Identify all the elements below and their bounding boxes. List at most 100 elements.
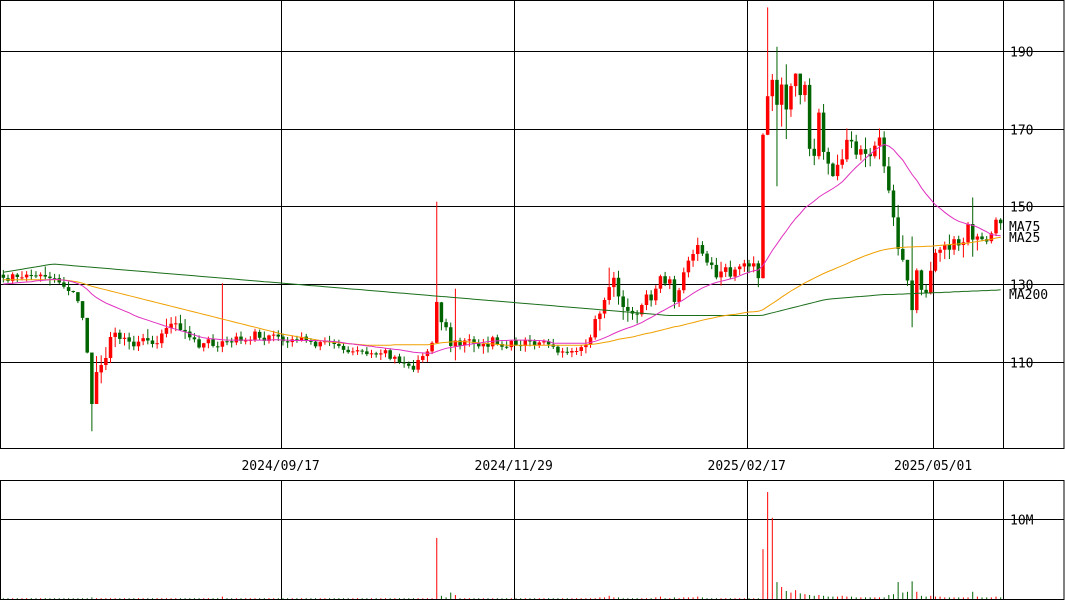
candle-body (588, 337, 593, 345)
candle-body (700, 245, 705, 254)
candle-body (388, 350, 392, 359)
candle-body (71, 291, 75, 293)
candle-body (691, 253, 695, 261)
price-tick-label: 110 (1010, 357, 1033, 372)
candle-body (723, 267, 728, 272)
candle-body (663, 276, 667, 284)
candle-body (891, 190, 896, 218)
candle-body (402, 362, 406, 364)
candle-body (859, 149, 863, 155)
candle-body (206, 339, 211, 344)
candle-body (565, 351, 569, 353)
candle-body (686, 260, 691, 273)
candle-body (448, 327, 453, 346)
candle-body (789, 86, 793, 110)
candle-body (933, 252, 938, 271)
candle-body (672, 279, 677, 302)
candle-body (649, 294, 653, 301)
price-tick-label: 150 (1010, 201, 1033, 216)
candle-body (229, 341, 234, 343)
candle-body (742, 263, 747, 267)
candle-body (658, 276, 663, 289)
candle-body (719, 271, 723, 278)
candle-body (407, 363, 411, 366)
candle-body (127, 337, 131, 342)
candle-body (826, 151, 830, 164)
price-panel-bg (0, 0, 1064, 448)
candle-body (439, 302, 444, 323)
legend-ma200: MA200 (1009, 288, 1048, 303)
candle-body (136, 341, 141, 347)
date-tick-label: 2024/11/29 (475, 459, 553, 474)
candle-body (831, 163, 835, 177)
candle-body (602, 299, 607, 314)
candle-body (285, 341, 290, 343)
candle-body (383, 350, 388, 354)
candle-body (980, 236, 984, 240)
candle-body (915, 270, 919, 311)
candle-body (560, 351, 565, 353)
candle-body (90, 352, 94, 404)
candle-body (318, 342, 322, 347)
candle-body (20, 277, 24, 279)
candle-body (108, 336, 113, 359)
candle-body (905, 259, 910, 281)
candle-body (803, 84, 807, 96)
candle-body (616, 277, 621, 297)
candle-body (192, 337, 197, 340)
candle-body (504, 346, 509, 348)
candle-body (938, 249, 942, 253)
candle-body (817, 112, 821, 157)
candle-body (733, 269, 737, 277)
candle-body (761, 134, 765, 279)
candle-body (570, 350, 574, 353)
candle-body (840, 159, 844, 165)
candle-body (132, 341, 136, 347)
candle-body (118, 332, 122, 339)
candle-body (612, 277, 616, 288)
price-tick-label: 170 (1010, 124, 1033, 139)
candle-body (695, 245, 700, 254)
candle-body (271, 334, 276, 336)
candle-body (793, 73, 798, 87)
candle-body (728, 267, 733, 277)
candle-body (994, 219, 998, 234)
candle-body (644, 294, 649, 306)
candle-body (770, 79, 775, 97)
candle-body (942, 245, 947, 250)
candle-body (80, 301, 85, 318)
candle-body (509, 340, 514, 348)
candle-body (514, 340, 518, 346)
candle-body (635, 313, 639, 315)
candle-body (714, 264, 719, 278)
candle-body (29, 275, 34, 277)
legend-ma25: MA25 (1009, 231, 1040, 246)
candle-body (276, 334, 281, 337)
candle-body (626, 306, 630, 311)
candle-body (444, 322, 448, 328)
candle-body (355, 350, 360, 352)
date-tick-label: 2025/05/01 (894, 459, 972, 474)
candle-body (160, 333, 164, 344)
candle-body (556, 346, 560, 353)
candle-body (155, 343, 159, 345)
candle-body (122, 337, 127, 339)
candle-body (910, 280, 914, 311)
candle-body (607, 287, 611, 300)
candle-body (709, 262, 714, 265)
candle-body (337, 343, 341, 346)
candle-body (779, 84, 784, 105)
candle-body (225, 341, 229, 343)
candle-body (579, 347, 583, 351)
candle-body (38, 274, 43, 277)
candle-body (416, 359, 420, 370)
candle-body (421, 356, 425, 360)
candle-body (882, 137, 886, 167)
candle-body (476, 343, 481, 347)
candle-body (146, 338, 150, 341)
candle-body (807, 84, 812, 149)
candle-body (379, 353, 383, 355)
candle-body (141, 338, 145, 342)
candle-body (360, 350, 364, 352)
candle-body (621, 296, 625, 307)
